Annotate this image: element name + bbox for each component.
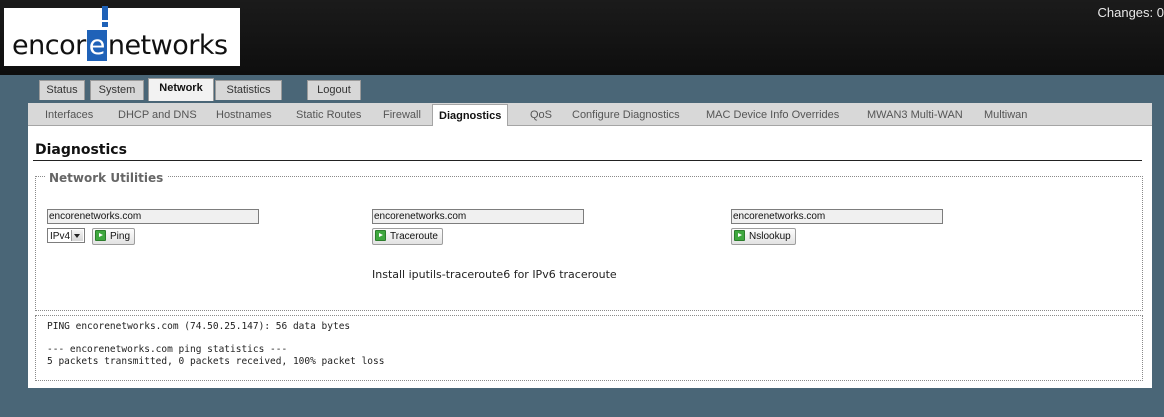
ping-button-label: Ping: [110, 231, 131, 242]
subtab-mac-overrides[interactable]: MAC Device Info Overrides: [700, 106, 845, 124]
tab-system[interactable]: System: [90, 80, 144, 100]
logo: encor e networks: [4, 6, 240, 66]
ip-version-select[interactable]: IPv4: [47, 228, 85, 243]
section-legend: Network Utilities: [45, 171, 168, 185]
chevron-down-icon[interactable]: [71, 230, 83, 241]
traceroute-button-label: Traceroute: [390, 231, 438, 242]
play-icon: [734, 230, 745, 241]
subtab-dhcp-dns[interactable]: DHCP and DNS: [112, 106, 203, 124]
logo-text: encor e networks: [12, 30, 228, 61]
subtab-mwan3[interactable]: MWAN3 Multi-WAN: [861, 106, 969, 124]
tab-status[interactable]: Status: [39, 80, 85, 100]
page-title: Diagnostics: [35, 142, 127, 158]
main-panel: Interfaces DHCP and DNS Hostnames Static…: [28, 103, 1152, 388]
output-line: --- encorenetworks.com ping statistics -…: [47, 344, 288, 355]
play-icon: [95, 230, 106, 241]
traceroute-ipv6-note: Install iputils-traceroute6 for IPv6 tra…: [372, 268, 617, 281]
subtab-diagnostics[interactable]: Diagnostics: [432, 104, 509, 126]
subtab-multiwan[interactable]: Multiwan: [978, 106, 1033, 124]
subtab-qos[interactable]: QoS: [524, 106, 558, 124]
ping-button[interactable]: Ping: [92, 228, 136, 245]
ip-version-value: IPv4: [50, 231, 71, 242]
traceroute-host-input[interactable]: encorenetworks.com: [372, 209, 584, 224]
subtab-configure-diagnostics[interactable]: Configure Diagnostics: [566, 106, 686, 124]
subtab-hostnames[interactable]: Hostnames: [210, 106, 278, 124]
subtab-interfaces[interactable]: Interfaces: [39, 106, 99, 124]
output-line: 5 packets transmitted, 0 packets receive…: [47, 355, 385, 367]
title-divider: [33, 160, 1142, 161]
subtab-static-routes[interactable]: Static Routes: [290, 106, 367, 124]
output-line: PING encorenetworks.com (74.50.25.147): …: [47, 321, 351, 332]
nslookup-host-input[interactable]: encorenetworks.com: [731, 209, 943, 224]
tab-statistics[interactable]: Statistics: [215, 80, 282, 100]
tab-network[interactable]: Network: [148, 78, 214, 101]
ping-host-input[interactable]: encorenetworks.com: [47, 209, 259, 224]
tab-logout[interactable]: Logout: [307, 80, 361, 100]
nslookup-button-label: Nslookup: [749, 231, 791, 242]
subtab-firewall[interactable]: Firewall: [377, 106, 427, 124]
network-utilities-section: Network Utilities encorenetworks.com IPv…: [35, 171, 1143, 311]
play-icon: [375, 230, 386, 241]
logo-exclamation-icon: [102, 6, 108, 27]
traceroute-button[interactable]: Traceroute: [372, 228, 443, 245]
diagnostics-output: PING encorenetworks.com (74.50.25.147): …: [35, 315, 1143, 381]
sub-tabs: Interfaces DHCP and DNS Hostnames Static…: [28, 103, 1152, 126]
nslookup-button[interactable]: Nslookup: [731, 228, 796, 245]
changes-counter[interactable]: Changes: 0: [1098, 5, 1164, 20]
header-bar: encor e networks Changes: 0: [0, 0, 1164, 75]
